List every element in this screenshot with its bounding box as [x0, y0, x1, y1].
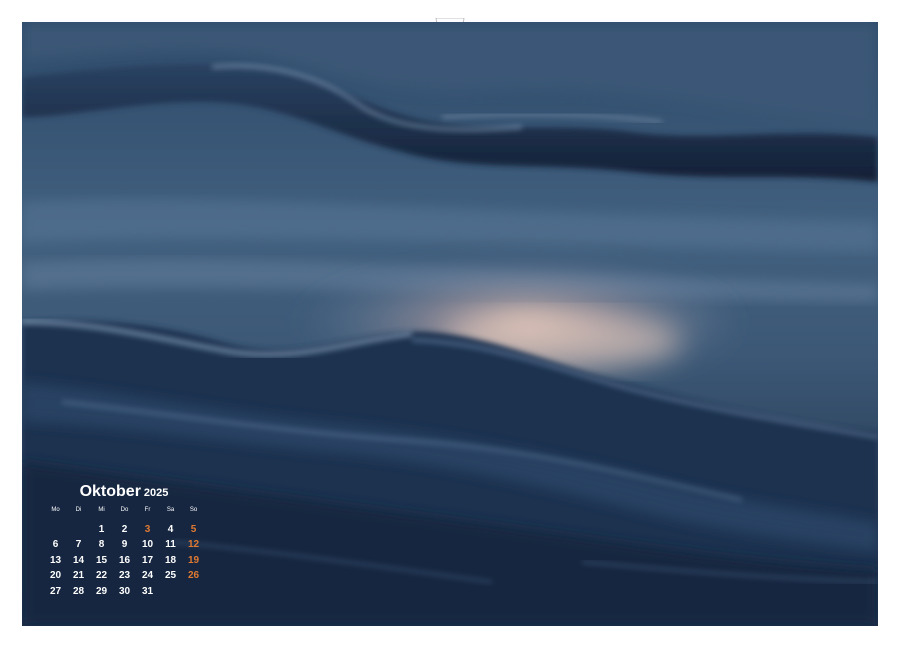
calendar-day: 30 [118, 585, 131, 597]
calendar-empty-cell [159, 584, 182, 600]
calendar-day: 27 [49, 585, 62, 597]
calendar-day: 4 [167, 523, 174, 535]
calendar-day: 29 [95, 585, 108, 597]
weekday-header: Do [120, 507, 129, 513]
calendar-day: 25 [164, 570, 177, 581]
weekday-header: Sa [166, 507, 175, 513]
calendar-title: Oktober 2025 [44, 484, 204, 500]
calendar-day: 23 [118, 570, 131, 581]
calendar-day: 12 [187, 539, 200, 550]
weekday-header: Di [75, 507, 82, 513]
calendar-day: 17 [141, 554, 154, 566]
weekday-header: Mi [98, 507, 105, 513]
calendar-day: 24 [141, 570, 154, 581]
calendar-day: 13 [49, 554, 62, 566]
weekday-header: So [189, 507, 198, 513]
calendar-empty-cell [182, 584, 205, 600]
calendar-day: 6 [52, 539, 59, 550]
calendar-day: 1 [98, 523, 105, 535]
calendar-day: 8 [98, 539, 105, 550]
calendar-empty-cell [44, 522, 67, 538]
calendar-day: 9 [121, 539, 128, 550]
calendar-day: 3 [144, 523, 151, 535]
calendar-day: 16 [118, 554, 131, 566]
month-calendar: Oktober 2025 Mo Di Mi Do Fr Sa So 1 2 3 4 5 6 7 8 9 10 11 1… [44, 484, 204, 599]
calendar-day: 18 [164, 554, 177, 566]
calendar-day: 11 [165, 539, 176, 550]
calendar-day: 2 [121, 523, 128, 535]
calendar-day: 21 [72, 570, 85, 581]
calendar-day: 14 [72, 554, 85, 566]
calendar-day: 20 [49, 570, 62, 581]
calendar-year: 2025 [143, 487, 169, 499]
calendar-day: 31 [141, 585, 154, 597]
calendar-day: 10 [141, 539, 154, 550]
calendar-grid: Mo Di Mi Do Fr Sa So 1 2 3 4 5 6 7 8 9 10 11 12 13 14 15 16 17 1… [44, 506, 204, 599]
calendar-day: 26 [187, 570, 200, 581]
calendar-day: 19 [187, 554, 200, 566]
calendar-day: 5 [190, 523, 197, 535]
weekday-header: Mo [51, 507, 60, 513]
calendar-day: 15 [95, 554, 108, 566]
weekday-header: Fr [144, 507, 151, 513]
calendar-day: 7 [75, 539, 82, 550]
calendar-month: Oktober [79, 483, 141, 500]
calendar-empty-cell [67, 522, 90, 538]
calendar-day: 22 [95, 570, 108, 581]
calendar-day: 28 [72, 585, 85, 597]
